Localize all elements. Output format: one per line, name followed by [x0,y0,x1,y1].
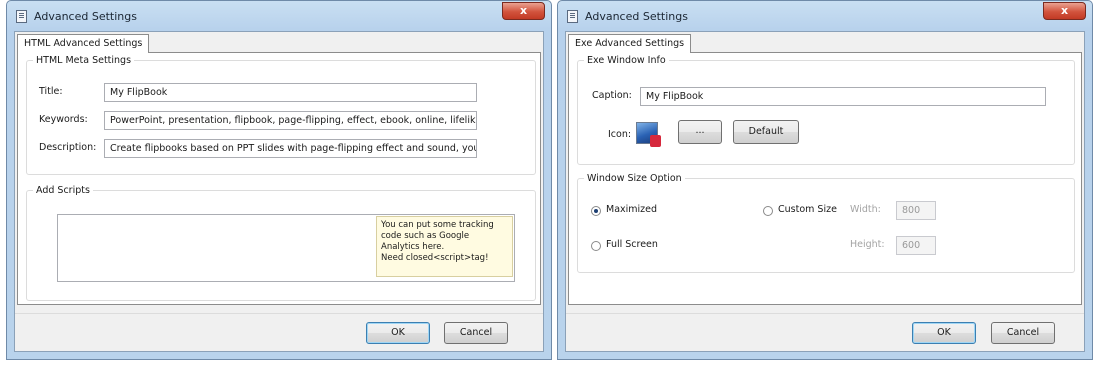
exe-window-info-group: Exe Window Info Caption: My FlipBook Ico… [577,55,1075,165]
maximized-radio[interactable] [591,206,601,216]
title-bar[interactable]: Advanced Settings x [558,1,1092,31]
height-field[interactable]: 600 [896,236,936,255]
height-label: Height: [850,239,885,250]
window-size-option-group: Window Size Option Maximized Custom Size… [577,173,1075,273]
width-label: Width: [850,204,881,215]
button-bar: OK Cancel [566,313,1084,351]
width-field[interactable]: 800 [896,201,936,220]
custom-size-radio[interactable] [763,206,773,216]
title-field[interactable]: My FlipBook [104,83,477,102]
close-button[interactable]: x [1043,2,1086,20]
tab-exe-advanced-settings[interactable]: Exe Advanced Settings [568,34,692,53]
group-legend: Add Scripts [36,185,90,196]
dialog-body: HTML Advanced Settings HTML Meta Setting… [14,31,544,352]
description-field[interactable]: Create flipbooks based on PPT slides wit… [104,139,477,158]
default-icon-button[interactable]: Default [733,120,799,144]
tip-line: Need closed<script>tag! [381,253,489,263]
scripts-hint-tooltip: You can put some tracking code such as G… [376,216,513,277]
window-icon [16,10,27,23]
tip-line: code such as Google [381,231,470,241]
caption-label: Caption: [592,90,632,101]
maximized-label[interactable]: Maximized [606,204,657,215]
full-screen-label[interactable]: Full Screen [606,239,658,250]
ok-button[interactable]: OK [912,322,976,344]
dialog-title: Advanced Settings [34,10,137,23]
exe-advanced-settings-dialog: Advanced Settings x Exe Advanced Setting… [557,0,1093,360]
html-meta-settings-group: HTML Meta Settings Title: My FlipBook Ke… [26,55,536,175]
browse-icon-button[interactable]: ... [678,120,722,144]
tab-page: Exe Window Info Caption: My FlipBook Ico… [568,52,1082,305]
add-scripts-group: Add Scripts You can put some tracking co… [26,185,536,301]
description-label: Description: [39,142,97,153]
flipbook-app-icon [636,122,661,147]
custom-size-label[interactable]: Custom Size [778,204,837,215]
cancel-button[interactable]: Cancel [444,322,508,344]
group-legend: Window Size Option [587,173,682,184]
icon-label: Icon: [608,129,632,140]
keywords-label: Keywords: [39,114,88,125]
tab-html-advanced-settings[interactable]: HTML Advanced Settings [17,34,150,53]
tip-line: Analytics here. [381,242,445,252]
full-screen-radio[interactable] [591,241,601,251]
caption-field[interactable]: My FlipBook [640,87,1046,106]
dialog-body: Exe Advanced Settings Exe Window Info Ca… [565,31,1085,352]
window-icon [567,10,578,23]
group-legend: HTML Meta Settings [36,55,132,66]
dialog-title: Advanced Settings [585,10,688,23]
ok-button[interactable]: OK [366,322,430,344]
button-bar: OK Cancel [15,313,543,351]
group-legend: Exe Window Info [587,55,666,66]
tab-page: HTML Meta Settings Title: My FlipBook Ke… [17,52,541,305]
cancel-button[interactable]: Cancel [991,322,1055,344]
keywords-field[interactable]: PowerPoint, presentation, flipbook, page… [104,111,477,130]
close-button[interactable]: x [502,2,545,20]
title-bar[interactable]: Advanced Settings x [7,1,551,31]
html-advanced-settings-dialog: Advanced Settings x HTML Advanced Settin… [6,0,552,360]
title-label: Title: [39,86,63,97]
tip-line: You can put some tracking [381,220,494,230]
